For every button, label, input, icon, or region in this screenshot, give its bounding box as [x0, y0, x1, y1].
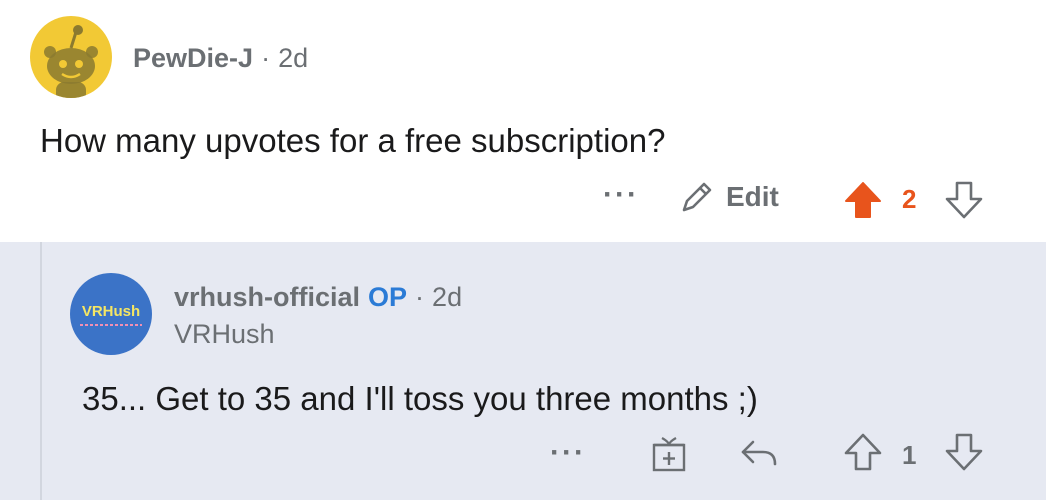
pencil-icon: [678, 178, 716, 216]
downvote-arrow-icon[interactable]: [944, 180, 984, 220]
parent-comment: PewDie-J · 2d How many upvotes for a free …: [0, 0, 1046, 242]
parent-timestamp: 2d: [278, 43, 309, 73]
parent-comment-body: How many upvotes for a free subscription…: [40, 122, 666, 159]
upvote-arrow-icon[interactable]: [843, 180, 883, 220]
reply-comment: [0, 242, 1046, 500]
reply-author-line: vrhush-official OP · 2d: [174, 279, 462, 315]
separator-dot: ·: [261, 43, 271, 73]
snoo-avatar-icon[interactable]: [30, 16, 112, 98]
user-flair: VRHush: [174, 319, 275, 349]
op-badge: OP: [368, 282, 408, 312]
reply-author-name[interactable]: vrhush-official: [174, 282, 360, 312]
reply-vote-count: 1: [902, 440, 917, 470]
gift-icon[interactable]: [648, 432, 690, 474]
separator-dot: ·: [415, 282, 425, 312]
reply-more-options-button[interactable]: ···: [550, 436, 586, 470]
edit-button[interactable]: Edit: [678, 178, 779, 216]
upvote-arrow-icon[interactable]: [843, 432, 883, 472]
parent-author-line: PewDie-J · 2d: [133, 40, 308, 76]
reply-arrow-icon[interactable]: [739, 434, 781, 472]
downvote-arrow-icon[interactable]: [944, 432, 984, 472]
reply-timestamp: 2d: [432, 282, 463, 312]
vrhush-logo-text: VRHush: [82, 303, 140, 320]
vrhush-avatar[interactable]: VRHush: [70, 273, 152, 355]
reply-comment-body: 35... Get to 35 and I'll toss you three …: [82, 380, 758, 417]
thread-line[interactable]: [40, 242, 42, 500]
parent-more-options-button[interactable]: ···: [603, 178, 639, 212]
parent-vote-count: 2: [902, 184, 917, 214]
edit-label: Edit: [726, 181, 779, 212]
parent-author-name[interactable]: PewDie-J: [133, 43, 253, 73]
